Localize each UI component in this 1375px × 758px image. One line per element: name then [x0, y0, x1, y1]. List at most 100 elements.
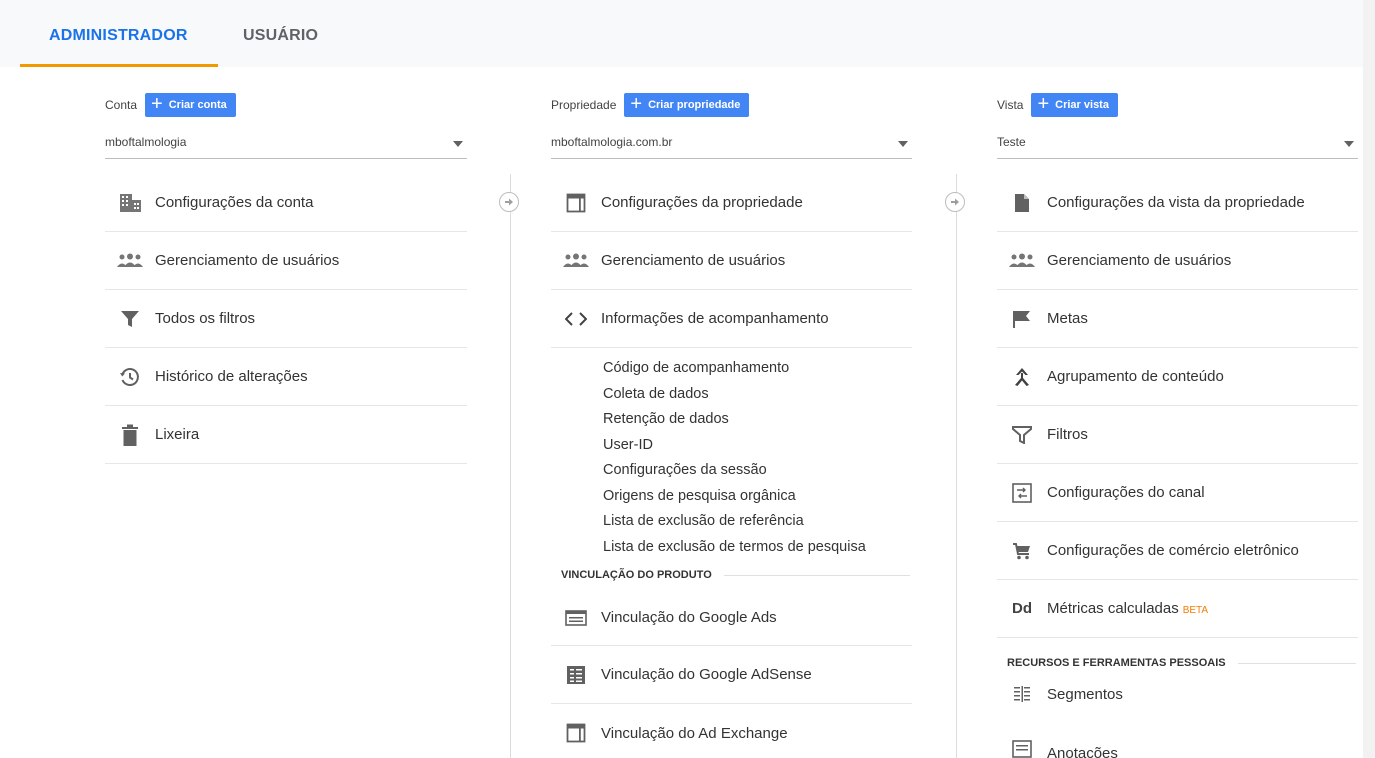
menu-item-ecommerce-settings[interactable]: Configurações de comércio eletrônico — [997, 522, 1358, 580]
menu-item-label: Segmentos — [1047, 685, 1123, 703]
menu-item-channel-settings[interactable]: Configurações do canal — [997, 464, 1358, 522]
menu-item-label: Histórico de alterações — [155, 368, 308, 385]
window-icon — [551, 191, 601, 215]
adsense-icon — [551, 663, 601, 687]
account-column: Conta + Criar conta mboftalmologia Confi… — [105, 67, 467, 758]
subitem-data-retention[interactable]: Retenção de dados — [603, 407, 912, 433]
menu-item-label: Gerenciamento de usuários — [155, 252, 340, 269]
property-header: Propriedade + Criar propriedade — [551, 93, 750, 117]
subitem-data-collection[interactable]: Coleta de dados — [603, 382, 912, 408]
menu-item-view-settings[interactable]: Configurações da vista da propriedade — [997, 174, 1358, 232]
menu-item-property-users[interactable]: Gerenciamento de usuários — [551, 232, 912, 290]
menu-item-label: Configurações da conta — [155, 194, 314, 211]
tab-bar — [0, 0, 1363, 67]
property-column: Propriedade + Criar propriedade mboftalm… — [551, 67, 912, 758]
arrow-right-circle-icon — [945, 192, 965, 212]
grouping-icon — [997, 365, 1047, 389]
menu-item-content-grouping[interactable]: Agrupamento de conteúdo — [997, 348, 1358, 406]
people-icon — [551, 249, 601, 273]
create-property-label: Criar propriedade — [648, 99, 741, 111]
filter-icon — [997, 423, 1047, 447]
create-property-button[interactable]: + Criar propriedade — [624, 93, 750, 117]
view-menu: Configurações da vista da propriedade Ge… — [997, 174, 1358, 758]
menu-item-label: Vinculação do Google Ads — [601, 609, 777, 626]
menu-item-account-settings[interactable]: Configurações da conta — [105, 174, 467, 232]
menu-item-label: Metas — [1047, 310, 1088, 327]
menu-item-label: Configurações do canal — [1047, 484, 1205, 501]
calculated-metrics-text: Métricas calculadas — [1047, 600, 1179, 617]
filter-icon — [105, 307, 155, 331]
people-icon — [105, 249, 155, 273]
menu-item-view-users[interactable]: Gerenciamento de usuários — [997, 232, 1358, 290]
menu-item-annotations[interactable]: Anotações — [997, 714, 1358, 758]
document-icon — [997, 191, 1047, 215]
menu-item-segments[interactable]: Segmentos — [997, 674, 1358, 714]
building-icon — [105, 191, 155, 215]
section-title: VINCULAÇÃO DO PRODUTO — [561, 569, 712, 581]
tab-administrador[interactable]: ADMINISTRADOR — [49, 27, 188, 45]
account-selector[interactable]: mboftalmologia — [105, 133, 467, 159]
menu-item-label: Agrupamento de conteúdo — [1047, 368, 1224, 385]
menu-item-change-history[interactable]: Histórico de alterações — [105, 348, 467, 406]
menu-item-all-filters[interactable]: Todos os filtros — [105, 290, 467, 348]
menu-item-label: Configurações da propriedade — [601, 194, 803, 211]
scrollbar-track[interactable] — [1363, 0, 1375, 758]
property-selector[interactable]: mboftalmologia.com.br — [551, 133, 912, 159]
menu-item-label: Filtros — [1047, 426, 1088, 443]
account-label: Conta — [105, 98, 138, 112]
subitem-organic-search-sources[interactable]: Origens de pesquisa orgânica — [603, 484, 912, 510]
menu-item-ad-exchange-linking[interactable]: Vinculação do Ad Exchange — [551, 704, 912, 758]
create-account-button[interactable]: + Criar conta — [145, 93, 236, 117]
menu-item-calculated-metrics[interactable]: Dd Métricas calculadas BETA — [997, 580, 1358, 638]
cart-icon — [997, 539, 1047, 563]
beta-badge: BETA — [1182, 605, 1209, 616]
subitem-search-term-exclusion[interactable]: Lista de exclusão de termos de pesquisa — [603, 535, 912, 561]
tracking-subitems: Código de acompanhamento Coleta de dados… — [551, 348, 912, 560]
view-selected-value: Teste — [997, 135, 1026, 149]
section-rule — [1237, 662, 1356, 664]
menu-item-label: Todos os filtros — [155, 310, 256, 327]
view-label: Vista — [997, 98, 1024, 112]
subitem-referral-exclusion[interactable]: Lista de exclusão de referência — [603, 509, 912, 535]
menu-item-property-settings[interactable]: Configurações da propriedade — [551, 174, 912, 232]
subitem-session-settings[interactable]: Configurações da sessão — [603, 458, 912, 484]
menu-item-account-users[interactable]: Gerenciamento de usuários — [105, 232, 467, 290]
account-selected-value: mboftalmologia — [105, 135, 187, 149]
product-linking-header: VINCULAÇÃO DO PRODUTO — [551, 560, 912, 590]
plus-icon: + — [1037, 93, 1050, 115]
create-view-label: Criar vista — [1055, 99, 1109, 111]
code-icon — [551, 307, 601, 331]
menu-item-google-ads-linking[interactable]: Vinculação do Google Ads — [551, 590, 912, 646]
subitem-user-id[interactable]: User-ID — [603, 433, 912, 459]
menu-item-adsense-linking[interactable]: Vinculação do Google AdSense — [551, 646, 912, 704]
channel-icon — [997, 481, 1047, 505]
column-divider — [510, 174, 511, 758]
menu-item-label: Lixeira — [155, 426, 200, 443]
dropdown-caret-icon — [898, 141, 908, 147]
menu-item-label: Configurações de comércio eletrônico — [1047, 542, 1299, 559]
menu-item-tracking-info[interactable]: Informações de acompanhamento — [551, 290, 912, 348]
account-header: Conta + Criar conta — [105, 93, 236, 117]
menu-item-label: Métricas calculadas BETA — [1047, 600, 1208, 617]
dropdown-caret-icon — [1344, 141, 1354, 147]
menu-item-label: Informações de acompanhamento — [601, 310, 829, 327]
annotations-icon — [997, 740, 1047, 758]
menu-item-label: Vinculação do Ad Exchange — [601, 724, 788, 742]
flag-icon — [997, 307, 1047, 331]
property-label: Propriedade — [551, 98, 617, 112]
menu-item-goals[interactable]: Metas — [997, 290, 1358, 348]
arrow-right-circle-icon — [499, 192, 519, 212]
google-ads-icon — [551, 606, 601, 630]
segments-icon — [997, 682, 1047, 706]
property-selected-value: mboftalmologia.com.br — [551, 135, 673, 149]
menu-item-label: Anotações — [1047, 745, 1118, 758]
create-view-button[interactable]: + Criar vista — [1031, 93, 1118, 117]
tab-usuario[interactable]: USUÁRIO — [243, 27, 318, 45]
menu-item-trash[interactable]: Lixeira — [105, 406, 467, 464]
menu-item-filters[interactable]: Filtros — [997, 406, 1358, 464]
account-menu: Configurações da conta Gerenciamento de … — [105, 174, 467, 464]
view-selector[interactable]: Teste — [997, 133, 1358, 159]
menu-item-label: Vinculação do Google AdSense — [601, 666, 812, 683]
plus-icon: + — [630, 93, 643, 115]
subitem-tracking-code[interactable]: Código de acompanhamento — [603, 356, 912, 382]
